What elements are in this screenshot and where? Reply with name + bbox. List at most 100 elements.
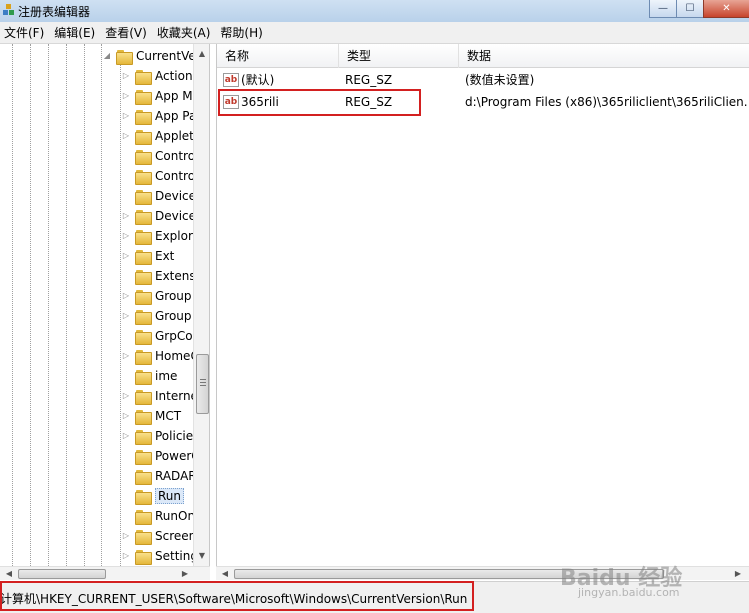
tree-item[interactable]: ▷ Policie	[121, 426, 193, 446]
folder-icon	[135, 389, 152, 405]
tree-item[interactable]: ▷ Action	[121, 66, 193, 86]
column-name[interactable]: 名称	[217, 44, 339, 68]
folder-icon	[135, 489, 152, 505]
minimize-icon: —	[658, 2, 668, 14]
tree-item-label: Device	[155, 209, 197, 223]
tree-item[interactable]: ▷ App Pa	[121, 106, 196, 126]
window-controls: — ☐ ✕	[649, 0, 749, 18]
menu-edit[interactable]: 编辑(E)	[50, 23, 101, 43]
collapsed-arrow-icon[interactable]: ▷	[121, 411, 131, 421]
tree-item[interactable]: RunOn	[121, 506, 195, 526]
scroll-left-icon[interactable]: ◀	[2, 567, 16, 581]
collapsed-arrow-icon[interactable]: ▷	[121, 431, 131, 441]
tree-item[interactable]: ▷ Ext	[121, 246, 174, 266]
tree-item[interactable]: ▷ Group	[121, 286, 192, 306]
tree-pane: ◢ CurrentVe ▷ Action ▷ App M ▷ App Pa ▷ Applet C…	[0, 44, 210, 566]
tree-line-spacer	[121, 271, 131, 281]
collapsed-arrow-icon[interactable]: ▷	[121, 91, 131, 101]
menu-favorites[interactable]: 收藏夹(A)	[153, 23, 217, 43]
tree-item[interactable]: Contro	[121, 166, 195, 186]
column-data[interactable]: 数据	[459, 44, 749, 68]
collapsed-arrow-icon[interactable]: ▷	[121, 531, 131, 541]
window-title: 注册表编辑器	[18, 5, 91, 19]
tree-guide-lines	[0, 44, 121, 566]
scrollbar-thumb[interactable]	[18, 569, 106, 579]
tree-item[interactable]: Device	[121, 186, 196, 206]
tree-item-label: MCT	[155, 409, 182, 423]
scrollbar-thumb[interactable]	[234, 569, 664, 579]
folder-icon	[135, 369, 152, 385]
tree-item[interactable]: ▷ MCT	[121, 406, 181, 426]
folder-icon	[135, 189, 152, 205]
tree-item[interactable]: ▷ Screen	[121, 526, 196, 546]
maximize-button[interactable]: ☐	[676, 0, 703, 18]
tree-item[interactable]: ▷ Setting	[121, 546, 198, 566]
scrollbar-thumb[interactable]	[196, 354, 209, 414]
tree-item-parent[interactable]: ◢ CurrentVe	[102, 46, 196, 66]
column-type[interactable]: 类型	[339, 44, 459, 68]
tree-item-label: Applet	[155, 129, 194, 143]
tree-item[interactable]: ▷ App M	[121, 86, 193, 106]
list-header: 名称 类型 数据	[217, 44, 749, 68]
collapsed-arrow-icon[interactable]: ▷	[121, 251, 131, 261]
string-value-icon: ab	[223, 95, 239, 109]
tree-vertical-scrollbar[interactable]: ▲ ▼	[193, 44, 209, 566]
menu-help[interactable]: 帮助(H)	[216, 23, 268, 43]
value-type: REG_SZ	[345, 95, 393, 109]
title-bar: 注册表编辑器 — ☐ ✕	[0, 0, 749, 22]
collapsed-arrow-icon[interactable]: ▷	[121, 131, 131, 141]
tree-item-label: Device	[155, 189, 197, 203]
collapsed-arrow-icon[interactable]: ▷	[121, 211, 131, 221]
collapsed-arrow-icon[interactable]: ▷	[121, 551, 131, 561]
collapsed-arrow-icon[interactable]: ▷	[121, 291, 131, 301]
collapsed-arrow-icon[interactable]: ▷	[121, 111, 131, 121]
expanded-arrow-icon[interactable]: ◢	[102, 51, 112, 61]
tree-item[interactable]: ▷ HomeG	[121, 346, 200, 366]
list-horizontal-scrollbar[interactable]: ◀ ▶	[216, 566, 749, 580]
tree-item-label: Contro	[155, 169, 196, 183]
collapsed-arrow-icon[interactable]: ▷	[121, 351, 131, 361]
tree-item[interactable]: ▷ Explor	[121, 226, 193, 246]
tree-line-spacer	[121, 371, 131, 381]
collapsed-arrow-icon[interactable]: ▷	[121, 311, 131, 321]
tree-item[interactable]: ▷ Interne	[121, 386, 198, 406]
values-list-pane: 名称 类型 数据 ab (默认) REG_SZ (数值未设置) ab 365ri…	[216, 44, 749, 566]
tree-horizontal-scrollbar[interactable]: ◀ ▶	[0, 566, 210, 580]
tree-item[interactable]: ▷ Group	[121, 306, 192, 326]
value-name: (默认)	[241, 73, 275, 87]
folder-icon	[135, 409, 152, 425]
tree-item[interactable]: PowerC	[121, 446, 200, 466]
value-type: REG_SZ	[345, 73, 393, 87]
tree-item[interactable]: ime	[121, 366, 177, 386]
tree-item-label: App Pa	[155, 109, 197, 123]
menu-file[interactable]: 文件(F)	[0, 23, 50, 43]
scroll-down-icon[interactable]: ▼	[194, 548, 209, 564]
scroll-left-icon[interactable]: ◀	[218, 567, 232, 581]
tree-item[interactable]: ▷ Applet	[121, 126, 194, 146]
scroll-up-icon[interactable]: ▲	[194, 46, 209, 62]
folder-icon	[135, 89, 152, 105]
collapsed-arrow-icon[interactable]: ▷	[121, 391, 131, 401]
tree-item-label: Group	[155, 289, 192, 303]
tree-item[interactable]: RADAR	[121, 466, 197, 486]
scroll-right-icon[interactable]: ▶	[731, 567, 745, 581]
tree-item[interactable]: GrpCo	[121, 326, 193, 346]
collapsed-arrow-icon[interactable]: ▷	[121, 71, 131, 81]
grip-icon	[200, 379, 206, 388]
tree-item[interactable]: ▷ Device	[121, 206, 196, 226]
close-button[interactable]: ✕	[703, 0, 749, 18]
tree-line-spacer	[121, 331, 131, 341]
tree-item[interactable]: Extens	[121, 266, 196, 286]
collapsed-arrow-icon[interactable]: ▷	[121, 231, 131, 241]
folder-icon	[135, 249, 152, 265]
minimize-button[interactable]: —	[649, 0, 676, 18]
tree-item-label: Group	[155, 309, 192, 323]
list-row-365rili[interactable]: ab 365rili REG_SZ d:\Program Files (x86)…	[217, 91, 749, 113]
folder-icon	[135, 149, 152, 165]
scroll-right-icon[interactable]: ▶	[178, 567, 192, 581]
tree-item-label: Screen	[155, 529, 197, 543]
tree-item-run[interactable]: Run	[121, 486, 185, 506]
menu-view[interactable]: 查看(V)	[101, 23, 153, 43]
list-row-default[interactable]: ab (默认) REG_SZ (数值未设置)	[217, 69, 749, 91]
tree-item[interactable]: Contro	[121, 146, 195, 166]
